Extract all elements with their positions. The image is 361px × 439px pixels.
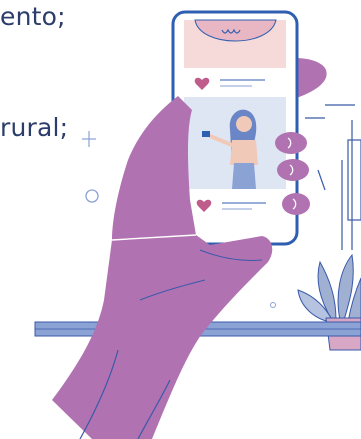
circle-icon (85, 189, 99, 203)
phone (171, 10, 299, 246)
illustration-stage: ento; rural; (0, 0, 361, 439)
plus-icon (82, 131, 96, 147)
circle-icon (270, 302, 276, 308)
background-decor (305, 104, 361, 250)
illustration (34, 10, 361, 439)
